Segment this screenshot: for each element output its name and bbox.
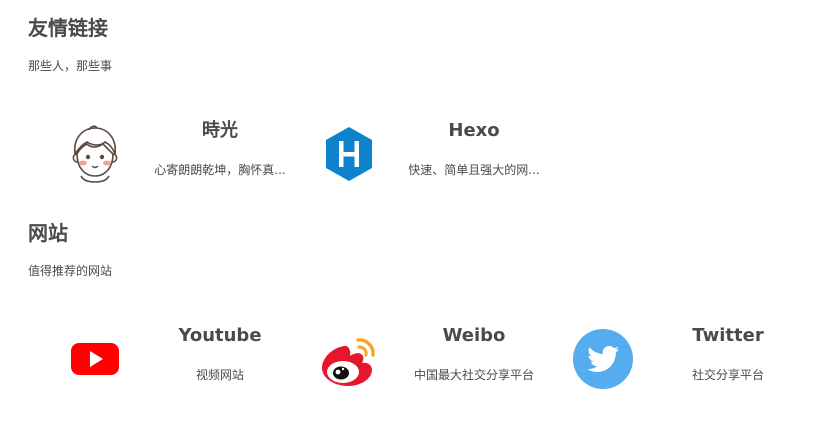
weibo-logo-icon xyxy=(314,324,384,394)
link-card-youtube[interactable]: Youtube 视频网站 xyxy=(50,318,300,408)
section-title-friends: 友情链接 xyxy=(28,16,108,40)
link-card-shiguang[interactable]: 時光 心寄朗朗乾坤，胸怀真... xyxy=(50,113,300,203)
link-name: Weibo xyxy=(442,325,506,346)
link-card-hexo[interactable]: Hexo 快速、简单且强大的网... xyxy=(304,113,554,203)
link-desc: 视频网站 xyxy=(195,368,244,382)
link-name: 時光 xyxy=(202,120,238,141)
link-card-weibo[interactable]: Weibo 中国最大社交分享平台 xyxy=(304,318,554,408)
link-desc: 快速、简单且强大的网... xyxy=(408,163,540,177)
link-name: Youtube xyxy=(178,325,262,346)
section-title-websites: 网站 xyxy=(28,221,68,245)
section-desc-websites: 值得推荐的网站 xyxy=(28,264,113,278)
twitter-logo-icon xyxy=(568,324,638,394)
section-desc-friends: 那些人，那些事 xyxy=(28,59,113,73)
hexo-logo-icon xyxy=(314,119,384,189)
link-name: Twitter xyxy=(692,325,764,346)
link-desc: 社交分享平台 xyxy=(691,368,764,382)
link-name: Hexo xyxy=(448,120,500,141)
cartoon-avatar-icon xyxy=(60,119,130,189)
link-desc: 心寄朗朗乾坤，胸怀真... xyxy=(154,163,286,177)
link-card-twitter[interactable]: Twitter 社交分享平台 xyxy=(558,318,808,408)
link-desc: 中国最大社交分享平台 xyxy=(413,368,534,382)
youtube-logo-icon xyxy=(60,324,130,394)
